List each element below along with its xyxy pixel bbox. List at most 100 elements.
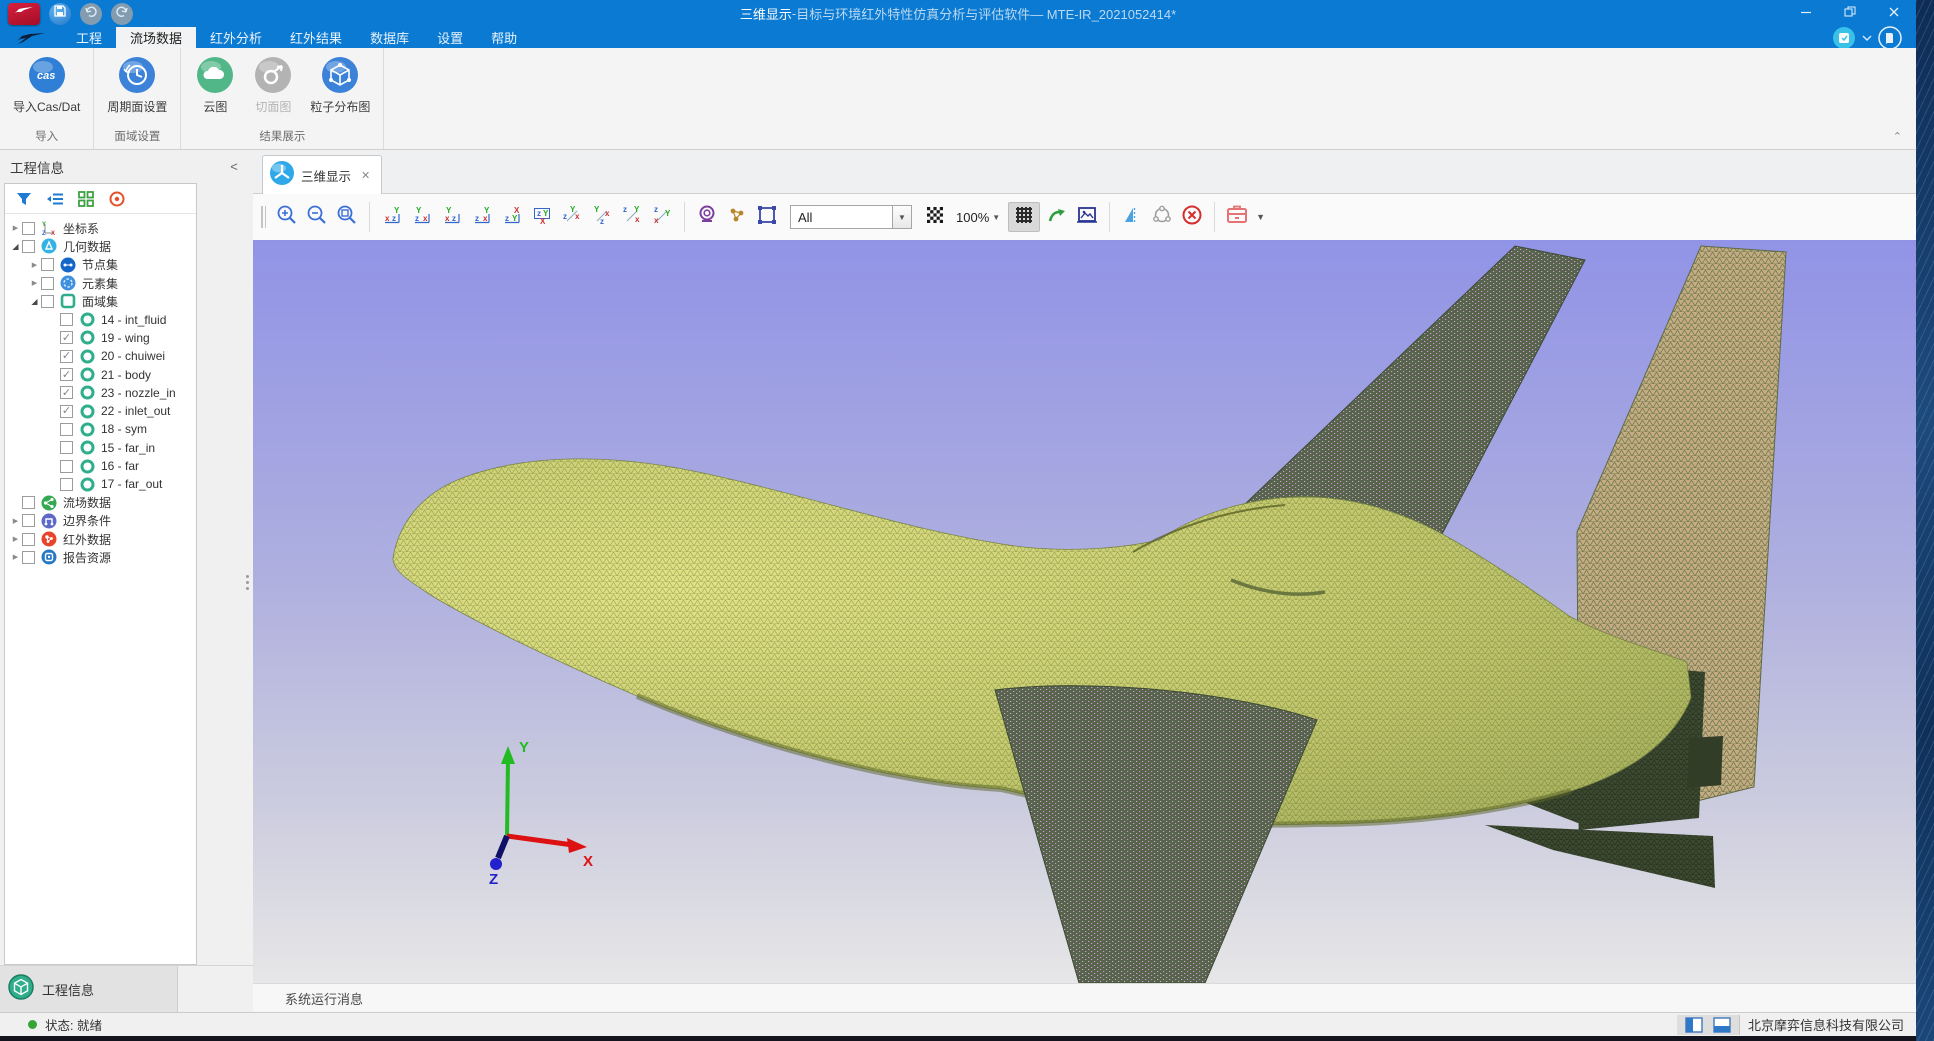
locate-icon[interactable]	[106, 188, 128, 210]
tree-checkbox[interactable]: ✓	[60, 350, 73, 363]
tree-row[interactable]: ▶元素集	[5, 274, 196, 292]
tree-checkbox[interactable]	[22, 533, 35, 546]
menu-item-2[interactable]: 红外分析	[196, 27, 276, 48]
tree-checkbox[interactable]	[22, 514, 35, 527]
tree-checkbox[interactable]: ✓	[60, 368, 73, 381]
tree-expand-arrow[interactable]: ▶	[9, 553, 22, 561]
mirror-button[interactable]	[1119, 202, 1145, 232]
filter-icon[interactable]	[13, 188, 35, 210]
viewport-3d[interactable]: Y X Z	[253, 240, 1916, 983]
tree-row[interactable]: ▶红外数据	[5, 530, 196, 548]
tree-checkbox[interactable]: ✓	[60, 331, 73, 344]
tree-checkbox[interactable]	[60, 423, 73, 436]
tree-row[interactable]: 16 - far	[5, 457, 196, 475]
tree-row[interactable]: 14 - int_fluid	[5, 310, 196, 328]
tree-row[interactable]: ✓21 - body	[5, 365, 196, 383]
grid-view-icon[interactable]	[75, 188, 97, 210]
theme-caret-icon[interactable]	[1862, 34, 1872, 42]
zoom-in-button[interactable]	[274, 202, 300, 232]
tree-row[interactable]: 流场数据	[5, 493, 196, 511]
export-button[interactable]	[1044, 202, 1070, 232]
particle-trace-button[interactable]	[724, 202, 750, 232]
tree-row[interactable]: ▶边界条件	[5, 512, 196, 530]
tree-expand-arrow[interactable]: ▶	[9, 517, 22, 525]
menu-item-4[interactable]: 数据库	[356, 27, 423, 48]
tree-checkbox[interactable]	[41, 277, 54, 290]
delete-result-button[interactable]	[1179, 202, 1205, 232]
app-logo-button[interactable]	[8, 3, 40, 25]
view-top-button[interactable]: zYX	[499, 202, 525, 232]
mesh-grid-button[interactable]	[1008, 202, 1040, 232]
save-scene-button[interactable]	[1224, 202, 1250, 232]
view-iso-4-button[interactable]: zxY	[649, 202, 675, 232]
tree-expand-arrow[interactable]: ▶	[9, 535, 22, 543]
tree-row[interactable]: ▶YZX坐标系	[5, 219, 196, 237]
tree-expand-arrow[interactable]: ▶	[28, 279, 41, 287]
save-button[interactable]	[49, 3, 71, 25]
menu-item-6[interactable]: 帮助	[477, 27, 531, 48]
menu-item-0[interactable]: 工程	[62, 27, 116, 48]
tree-checkbox[interactable]	[60, 441, 73, 454]
restore-button[interactable]	[1828, 0, 1872, 27]
tab-close-icon[interactable]: ✕	[361, 169, 370, 182]
view-right-button[interactable]: zxY	[469, 202, 495, 232]
tree-expand-arrow[interactable]: ▶	[28, 261, 41, 269]
zoom-fit-button[interactable]	[334, 202, 360, 232]
tree-row[interactable]: 15 - far_in	[5, 439, 196, 457]
menu-item-3[interactable]: 红外结果	[276, 27, 356, 48]
ribbon-collapse-button[interactable]: ⌃	[1893, 130, 1902, 143]
ribbon-button-clock[interactable]: 周期面设置	[100, 52, 174, 118]
tree-checkbox[interactable]	[22, 222, 35, 235]
tab-3d-display[interactable]: 三维显示 ✕	[262, 155, 382, 194]
tree-expand-arrow[interactable]: ◢	[28, 297, 41, 306]
menu-item-1[interactable]: 流场数据	[116, 27, 196, 48]
ribbon-button-slice[interactable]: 切面图	[245, 52, 301, 118]
view-iso-2-button[interactable]: Yxz	[589, 202, 615, 232]
zoom-level-selector[interactable]: 100% ▼	[956, 210, 1000, 225]
outline-icon[interactable]	[44, 188, 66, 210]
minimize-button[interactable]	[1784, 0, 1828, 27]
ribbon-button-particles[interactable]: 粒子分布图	[303, 52, 377, 118]
snapshot-button[interactable]	[1074, 202, 1100, 232]
display-filter-combobox[interactable]: All ▼	[790, 205, 912, 229]
tree-checkbox[interactable]: ✓	[60, 405, 73, 418]
tree-checkbox[interactable]: ✓	[60, 386, 73, 399]
camera-button[interactable]	[694, 202, 720, 232]
tree-row[interactable]: ◢几何数据	[5, 237, 196, 255]
view-iso-1-button[interactable]: zYx	[559, 202, 585, 232]
tree-row[interactable]: 18 - sym	[5, 420, 196, 438]
close-button[interactable]	[1872, 0, 1916, 27]
menu-item-5[interactable]: 设置	[423, 27, 477, 48]
tree-checkbox[interactable]	[60, 460, 73, 473]
tree-checkbox[interactable]	[22, 551, 35, 564]
tree-checkbox[interactable]	[22, 496, 35, 509]
tree-expand-arrow[interactable]: ◢	[9, 242, 22, 251]
tree-row[interactable]: ▶报告资源	[5, 548, 196, 566]
theme-icon[interactable]	[1832, 26, 1856, 50]
save-scene-caret-icon[interactable]: ▼	[1256, 212, 1265, 222]
toolbar-drag-handle[interactable]	[261, 206, 266, 228]
tree-row[interactable]: ▶节点集	[5, 256, 196, 274]
ribbon-button-cas[interactable]: cas 导入Cas/Dat	[6, 52, 87, 118]
tree-checkbox[interactable]	[60, 478, 73, 491]
view-left-button[interactable]: xzY	[439, 202, 465, 232]
undo-button[interactable]	[80, 3, 102, 25]
dock-bottom-toggle-button[interactable]	[1713, 1017, 1731, 1033]
combo-dropdown-icon[interactable]: ▼	[892, 206, 911, 228]
tree-row[interactable]: ✓22 - inlet_out	[5, 402, 196, 420]
dock-left-toggle-button[interactable]	[1685, 1017, 1703, 1033]
tree-row[interactable]: 17 - far_out	[5, 475, 196, 493]
tree-checkbox[interactable]	[22, 240, 35, 253]
ribbon-button-cloud[interactable]: 云图	[187, 52, 243, 118]
tree-checkbox[interactable]	[60, 313, 73, 326]
transparency-button[interactable]	[922, 202, 948, 232]
tree-checkbox[interactable]	[41, 258, 54, 271]
view-iso-3-button[interactable]: zYx	[619, 202, 645, 232]
tree-row[interactable]: ✓19 - wing	[5, 329, 196, 347]
tree-expand-arrow[interactable]: ▶	[9, 224, 22, 232]
view-front-button[interactable]: xzY	[379, 202, 405, 232]
redo-button[interactable]	[111, 3, 133, 25]
tree-row[interactable]: ✓23 - nozzle_in	[5, 384, 196, 402]
tree-checkbox[interactable]	[41, 295, 54, 308]
view-back-button[interactable]: zxY	[409, 202, 435, 232]
